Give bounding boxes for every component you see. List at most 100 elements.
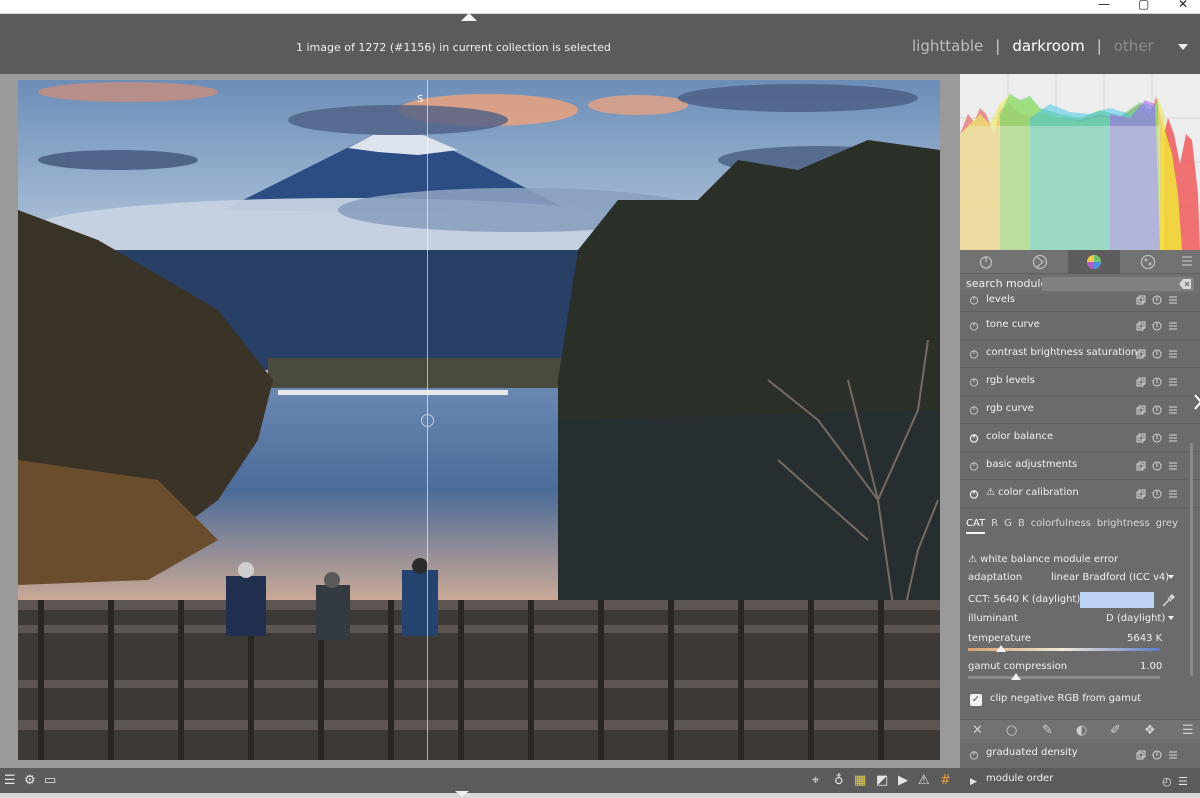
module-rgb-curve[interactable]: rgb curve [960,396,1200,424]
reset-icon[interactable] [1152,405,1162,415]
module-contrast-brightness-saturation[interactable]: contrast brightness saturation [960,340,1200,368]
gamut-compression-slider[interactable] [968,676,1160,679]
top-panel-collapse-arrow[interactable] [461,13,477,21]
play-icon[interactable]: ▶ [898,773,908,788]
mask-uniform-icon[interactable]: ○ [1006,723,1017,738]
mask-parametric-icon[interactable]: ◐ [1076,723,1087,738]
presets-icon[interactable]: ☰ [1178,775,1188,788]
split-center-handle[interactable] [421,414,434,427]
group-active-modules[interactable] [960,250,1012,274]
color-picker-icon[interactable] [1161,594,1175,608]
multi-instance-icon[interactable] [1136,349,1146,359]
reset-icon[interactable] [1152,321,1162,331]
histogram[interactable] [960,74,1200,250]
triangle-right-icon[interactable]: ▶ [970,777,977,787]
mask-raster-icon[interactable]: ❖ [1144,723,1156,738]
module-rgb-levels[interactable]: rgb levels [960,368,1200,396]
view-darkroom[interactable]: darkroom [1012,37,1084,55]
views-dropdown-icon[interactable] [1178,44,1188,50]
module-levels[interactable]: levels [960,294,1200,312]
overexposed-warning-icon[interactable]: ⚠ [918,773,930,788]
tab-b[interactable]: B [1018,518,1025,529]
multi-instance-icon[interactable] [1136,489,1146,499]
presets-icon[interactable] [1168,433,1178,443]
panel-scrollbar[interactable] [1190,443,1193,676]
reset-icon[interactable] [1152,377,1162,387]
bottom-panel-expand-arrow[interactable] [455,791,469,797]
group-color[interactable] [1068,250,1120,274]
split-marker[interactable]: S [417,94,423,105]
display-icon[interactable]: ▭ [44,773,56,788]
power-icon[interactable] [969,377,979,387]
power-icon[interactable] [969,295,979,305]
reset-icon[interactable] [1152,750,1162,760]
presets-icon[interactable] [1168,750,1178,760]
module-color-balance[interactable]: color balance [960,424,1200,452]
power-icon[interactable] [969,349,979,359]
presets-icon[interactable] [1168,377,1178,387]
reset-icon[interactable]: ◴ [1162,775,1172,788]
multi-instance-icon[interactable] [1136,377,1146,387]
group-base[interactable] [1014,250,1066,274]
illuminant-select[interactable]: D (daylight) [1106,613,1165,624]
chevron-down-icon[interactable] [1168,575,1174,579]
softproof-icon[interactable]: ▦ [854,773,866,788]
tab-brightness[interactable]: brightness [1097,518,1150,529]
reset-icon[interactable] [1152,489,1162,499]
tab-colorfulness[interactable]: colorfulness [1031,518,1091,529]
view-other[interactable]: other [1114,37,1154,55]
reset-icon[interactable] [1152,433,1162,443]
guides-icon[interactable]: # [940,773,951,788]
maximize-icon[interactable]: ▢ [1138,0,1149,11]
close-icon[interactable]: ✕ [1178,0,1188,11]
module-color-calibration[interactable]: ⚠ color calibration [960,480,1200,508]
gamut-check-icon[interactable]: ◩ [876,773,888,788]
multi-instance-icon[interactable] [1136,295,1146,305]
presets-icon[interactable] [1168,489,1178,499]
multi-instance-icon[interactable] [1136,321,1146,331]
tab-g[interactable]: G [1004,518,1012,529]
power-icon[interactable] [969,750,979,760]
multi-instance-icon[interactable] [1136,433,1146,443]
adaptation-select[interactable]: linear Bradford (ICC v4) [1051,572,1169,583]
tab-r[interactable]: R [991,518,998,529]
power-icon[interactable] [969,461,979,471]
presets-icon[interactable] [1168,405,1178,415]
view-lighttable[interactable]: lighttable [912,37,983,55]
module-basic-adjustments[interactable]: basic adjustments [960,452,1200,480]
gamut-compression-slider-knob[interactable] [1011,673,1021,680]
chevron-down-icon[interactable] [1168,616,1174,620]
multi-instance-icon[interactable] [1136,461,1146,471]
tab-cat[interactable]: CAT [966,518,986,534]
presets-icon[interactable] [1168,349,1178,359]
mask-menu-icon[interactable]: ☰ [1182,723,1194,738]
hamburger-menu-icon[interactable] [1180,254,1194,268]
power-icon[interactable] [969,489,979,499]
presets-icon[interactable] [1168,321,1178,331]
left-panel-menu-icon[interactable]: ☰ [4,773,16,788]
clear-search-icon[interactable] [1178,278,1192,290]
presets-icon[interactable] [1168,295,1178,305]
power-icon[interactable] [969,433,979,443]
minimize-icon[interactable]: — [1098,0,1110,11]
group-effects[interactable] [1122,250,1174,274]
photo-preview[interactable]: S [18,80,940,760]
power-icon[interactable] [969,405,979,415]
reset-icon[interactable] [1152,349,1162,359]
reset-icon[interactable] [1152,295,1162,305]
module-tone-curve[interactable]: tone curve [960,312,1200,340]
multi-instance-icon[interactable] [1136,750,1146,760]
styles-icon[interactable]: ⚙ [24,773,36,788]
bulb-icon[interactable]: ♁ [834,773,844,788]
presets-icon[interactable] [1168,461,1178,471]
clip-negative-checkbox[interactable]: ✓ [970,694,982,706]
search-module-input[interactable] [1042,277,1194,291]
multi-instance-icon[interactable] [1136,405,1146,415]
module-graduated-density[interactable]: graduated density [960,743,1200,768]
temperature-slider-knob[interactable] [995,645,1006,652]
mask-drawn-icon[interactable]: ✎ [1042,723,1053,738]
mask-off-icon[interactable]: ✕ [972,723,983,738]
focus-peaking-icon[interactable]: ⌖ [812,773,819,788]
mask-drawn-parametric-icon[interactable]: ✐ [1110,723,1121,738]
power-icon[interactable] [969,321,979,331]
